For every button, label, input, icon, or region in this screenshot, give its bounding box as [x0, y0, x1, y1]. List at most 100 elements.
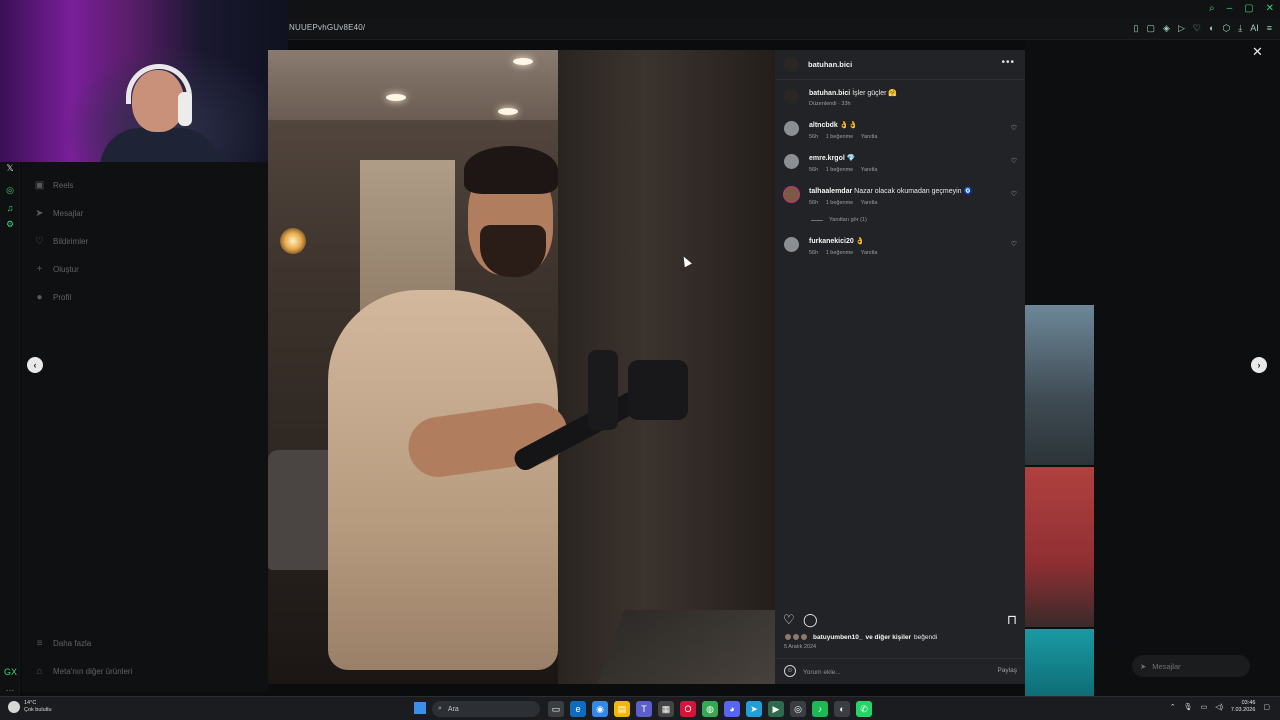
avatar[interactable]	[784, 121, 799, 136]
volume-icon[interactable]: ◁)	[1215, 703, 1223, 711]
grid-thumbnail[interactable]	[1025, 305, 1094, 465]
comment-likes[interactable]: 1 beğenme	[826, 250, 854, 256]
next-post-button[interactable]: ›	[1251, 357, 1267, 373]
grid-thumbnail[interactable]	[1025, 467, 1094, 627]
liked-by-others[interactable]: ve diğer kişiler	[866, 634, 912, 641]
avatar[interactable]	[784, 154, 799, 169]
windows-start-icon[interactable]	[414, 702, 426, 714]
comment-likes[interactable]: 1 beğenme	[826, 200, 854, 206]
opera-gx-icon[interactable]: O	[680, 701, 696, 717]
avatar[interactable]	[784, 237, 799, 252]
comment-like-icon[interactable]: ♡	[1011, 157, 1017, 165]
nav-item-notifications[interactable]: ♡ Bildirimler	[34, 236, 88, 247]
chat-icon[interactable]: ◐	[1209, 23, 1214, 34]
address-bar[interactable]: NUUEPvhGUv8E40/ ▯ ▢ ◈ ▷ ♡ ◐ ⬡ ⤓ AI ≡	[288, 18, 1280, 40]
discord-icon[interactable]: ◕	[724, 701, 740, 717]
nav-item-meta[interactable]: ⌂ Meta'nın diğer ürünleri	[34, 666, 132, 677]
screenshot-icon[interactable]: ▢	[1147, 23, 1156, 34]
comment-like-icon[interactable]: ♡	[1011, 240, 1017, 248]
nav-item-reels[interactable]: ▣ Reels	[34, 180, 74, 191]
avatar[interactable]	[784, 57, 799, 72]
comment-user[interactable]: emre.krgol	[809, 155, 845, 162]
comment-likes[interactable]: 1 beğenme	[826, 167, 854, 173]
chrome-icon[interactable]: ◍	[702, 701, 718, 717]
chevron-up-icon[interactable]: ⌃	[1170, 703, 1176, 711]
task-view-icon[interactable]: ▭	[548, 701, 564, 717]
comment-icon[interactable]: ◯	[803, 612, 818, 628]
store-icon[interactable]: ▦	[658, 701, 674, 717]
ai-icon[interactable]: AI	[1250, 23, 1259, 34]
avatar[interactable]	[784, 89, 799, 104]
file-explorer-icon[interactable]: ▤	[614, 701, 630, 717]
like-icon[interactable]: ♡	[783, 612, 795, 628]
comment-like-icon[interactable]: ♡	[1011, 124, 1017, 132]
reply-button[interactable]: Yanıtla	[861, 167, 878, 173]
search-icon: ⌕	[438, 705, 442, 712]
previous-post-button[interactable]: ‹	[27, 357, 43, 373]
reply-button[interactable]: Yanıtla	[861, 200, 878, 206]
terminal-icon[interactable]: ▶	[768, 701, 784, 717]
image-ceiling-light	[498, 108, 518, 115]
play-icon[interactable]: ▷	[1178, 23, 1185, 34]
nav-item-messages[interactable]: ➤ Mesajlar	[34, 208, 83, 219]
download-icon[interactable]: ⤓	[1238, 23, 1242, 34]
caption-user[interactable]: batuhan.bici	[809, 90, 850, 97]
grid-thumbnail[interactable]	[1025, 629, 1094, 696]
close-icon[interactable]: ✕	[1266, 3, 1274, 14]
comment-likes[interactable]: 1 beğenme	[826, 134, 854, 140]
share-button[interactable]: Paylaş	[997, 667, 1017, 674]
heart-icon: ♡	[35, 236, 44, 247]
emoji-icon[interactable]: ☺	[784, 665, 796, 677]
comment-input[interactable]	[803, 666, 983, 678]
nav-item-profile[interactable]: ● Profil	[34, 292, 71, 303]
liked-by-user[interactable]: batuyumben10_	[813, 634, 863, 641]
copilot-icon[interactable]: ◉	[592, 701, 608, 717]
weather-widget[interactable]: 14°C Çok bulutlu	[8, 700, 52, 714]
microphone-icon[interactable]: 🎙	[1184, 703, 1193, 711]
extension-icon[interactable]: ⬡	[1222, 23, 1230, 34]
gx-icon[interactable]: GX	[4, 666, 17, 678]
whatsapp-icon[interactable]: ◎	[4, 184, 16, 196]
close-icon[interactable]: ✕	[1252, 44, 1263, 60]
comment-user[interactable]: altncbdk	[809, 122, 838, 129]
bookmark-icon[interactable]: ▯	[1134, 23, 1139, 34]
comment-user[interactable]: furkanekici20	[809, 238, 854, 245]
avatar[interactable]	[784, 187, 799, 202]
view-replies-label: Yanıtları gör (1)	[829, 217, 867, 223]
comment-meta: 56h 1 beğenme Yanıtla	[809, 167, 883, 173]
maximize-icon[interactable]: ▢	[1244, 3, 1253, 14]
more-options-icon[interactable]: •••	[1001, 57, 1015, 68]
spotify-icon[interactable]: ♪	[812, 701, 828, 717]
obs-icon[interactable]: ◐	[834, 701, 850, 717]
reply-button[interactable]: Yanıtla	[861, 250, 878, 256]
nav-item-more[interactable]: ≡ Daha fazla	[34, 638, 92, 649]
search-icon[interactable]: ⌕	[1209, 3, 1215, 14]
url-text[interactable]: NUUEPvhGUv8E40/	[289, 23, 365, 32]
x-icon[interactable]: 𝕏	[4, 162, 16, 174]
more-icon[interactable]: …	[4, 682, 16, 694]
network-icon[interactable]: ▭	[1201, 703, 1208, 711]
whatsapp-icon[interactable]: ✆	[856, 701, 872, 717]
minimize-icon[interactable]: –	[1227, 3, 1233, 14]
nav-item-create[interactable]: + Oluştur	[34, 264, 79, 275]
taskbar-search[interactable]: ⌕ Ara	[432, 701, 540, 717]
notification-icon[interactable]: ▢	[1263, 703, 1270, 711]
post-author[interactable]: batuhan.bici	[808, 60, 852, 69]
steam-icon[interactable]: ◎	[790, 701, 806, 717]
comment-time: 56h	[809, 134, 819, 140]
comment-like-icon[interactable]: ♡	[1011, 190, 1017, 198]
teams-icon[interactable]: T	[636, 701, 652, 717]
heart-icon[interactable]: ♡	[1193, 23, 1201, 34]
settings-icon[interactable]: ⚙	[4, 218, 16, 230]
view-replies-button[interactable]: Yanıtları gör (1)	[811, 217, 867, 223]
shield-icon[interactable]: ◈	[1163, 23, 1170, 34]
telegram-icon[interactable]: ➤	[746, 701, 762, 717]
messages-button[interactable]: ➤ Mesajlar	[1132, 655, 1250, 677]
edge-icon[interactable]: e	[570, 701, 586, 717]
music-icon[interactable]: ♫	[4, 202, 16, 214]
bookmark-icon[interactable]: ⊓	[1007, 612, 1017, 628]
comment-user[interactable]: talhaalemdar	[809, 188, 852, 195]
reply-button[interactable]: Yanıtla	[861, 134, 878, 140]
menu-icon[interactable]: ≡	[1267, 23, 1272, 34]
clock[interactable]: 03:46 7.03.2026	[1231, 700, 1255, 714]
